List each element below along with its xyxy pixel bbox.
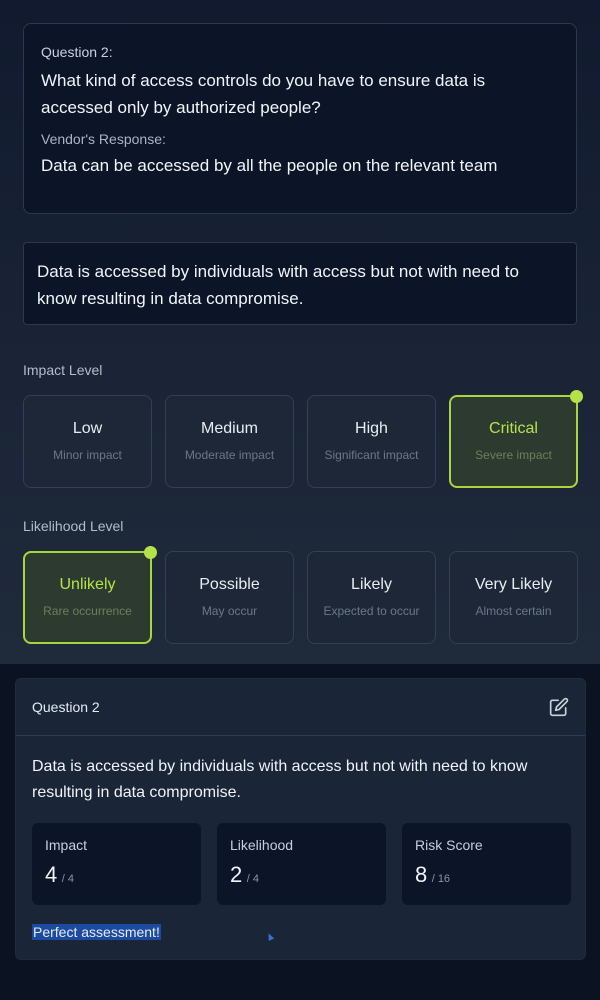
impact-level-label: Impact Level [23, 362, 103, 378]
metric-max: / 16 [431, 873, 451, 885]
impact-option-low[interactable]: Low Minor impact [23, 395, 152, 488]
metric-label: Risk Score [415, 837, 483, 853]
likelihood-metric: Likelihood 2 / 4 [217, 823, 386, 905]
question-label: Question 2: [41, 44, 113, 60]
option-subtitle: Moderate impact [184, 447, 275, 462]
risk-score-metric: Risk Score 8 / 16 [402, 823, 571, 905]
impact-metric: Impact 4 / 4 [32, 823, 201, 905]
likelihood-option-likely[interactable]: Likely Expected to occur [307, 551, 436, 644]
option-subtitle: Almost certain [475, 603, 552, 618]
option-title: Very Likely [474, 575, 553, 593]
summary-text: Data is accessed by individuals with acc… [32, 758, 528, 801]
metric-max: / 4 [61, 873, 74, 885]
metric-max: / 4 [246, 873, 259, 885]
option-title: Critical [489, 419, 538, 437]
rationale-text-area[interactable]: Data is accessed by individuals with acc… [23, 242, 577, 325]
impact-option-high[interactable]: High Significant impact [307, 395, 436, 488]
option-title: Possible [199, 575, 260, 593]
likelihood-option-possible[interactable]: Possible May occur [165, 551, 294, 644]
likelihood-option-unlikely[interactable]: Unlikely Rare occurrence [23, 546, 157, 644]
metric-value: 2 [230, 862, 243, 887]
option-subtitle: Rare occurrence [43, 603, 132, 618]
summary-card: Question 2 Data is accessed by individua… [15, 678, 586, 960]
option-title: Unlikely [59, 575, 116, 593]
option-subtitle: Significant impact [324, 447, 419, 462]
question-text: What kind of access controls do you have… [41, 71, 486, 117]
metric-label: Likelihood [230, 837, 294, 853]
option-title: Low [72, 419, 103, 437]
metric-value: 8 [415, 862, 428, 887]
metrics-row: Impact 4 / 4 Likelihood 2 / 4 Risk Score… [32, 823, 571, 905]
likelihood-options: Unlikely Rare occurrence Possible May oc… [23, 546, 578, 644]
selected-indicator-dot [570, 390, 583, 403]
option-title: High [355, 419, 388, 437]
likelihood-option-very-likely[interactable]: Very Likely Almost certain [449, 551, 578, 644]
option-subtitle: Minor impact [53, 447, 122, 462]
option-title: Medium [201, 419, 258, 437]
option-title: Likely [351, 575, 392, 593]
summary-title: Question 2 [32, 699, 100, 715]
summary-header: Question 2 [16, 679, 585, 736]
impact-option-medium[interactable]: Medium Moderate impact [165, 395, 294, 488]
impact-option-critical[interactable]: Critical Severe impact [449, 390, 583, 488]
metric-value: 4 [45, 862, 58, 887]
question-card: Question 2: What kind of access controls… [23, 23, 577, 214]
option-subtitle: Expected to occur [323, 603, 420, 618]
assessment-feedback: Perfect assessment! [32, 924, 161, 940]
impact-options: Low Minor impact Medium Moderate impact … [23, 390, 583, 488]
likelihood-level-label: Likelihood Level [23, 518, 124, 534]
option-subtitle: May occur [201, 603, 258, 618]
option-subtitle: Severe impact [475, 447, 552, 462]
response-label: Vendor's Response: [41, 131, 166, 147]
metric-label: Impact [45, 837, 88, 853]
edit-icon[interactable] [549, 697, 569, 717]
selected-indicator-dot [144, 546, 157, 559]
assessment-panel: Question 2: What kind of access controls… [0, 0, 600, 664]
response-text: Data can be accessed by all the people o… [41, 156, 498, 175]
